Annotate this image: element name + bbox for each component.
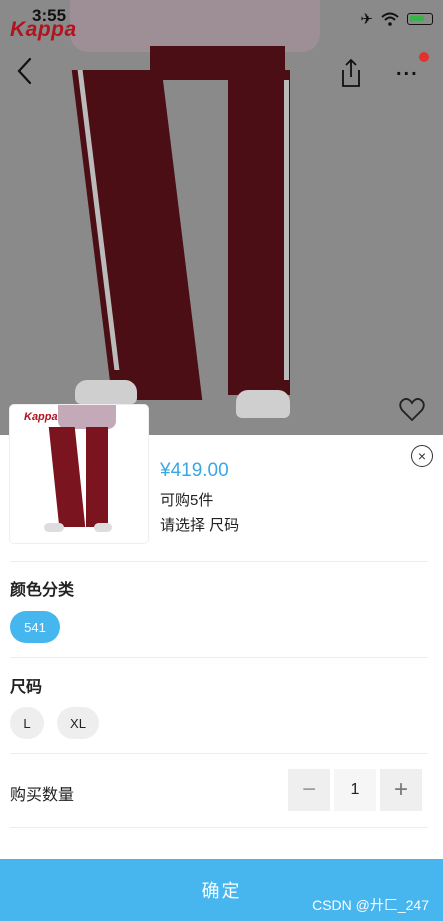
thumb-shirt [58, 405, 116, 429]
thumb-brand-logo: Kappa [24, 411, 58, 423]
photo-leg-left [71, 70, 203, 400]
thumb-shoe-right [94, 523, 112, 532]
more-button[interactable]: ... [396, 52, 432, 88]
photo-stripe-right [284, 80, 289, 380]
divider [10, 657, 428, 658]
thumb-leg-left [48, 427, 86, 527]
plus-icon: + [393, 776, 408, 803]
product-photo: Kappa 3:55 ✈ ... [0, 0, 443, 435]
back-button[interactable] [10, 54, 40, 88]
status-icons: ✈ [360, 10, 433, 28]
minus-icon: − [301, 776, 316, 803]
photo-leg-right [228, 70, 290, 395]
watermark: CSDN @廾匚_247 [312, 897, 429, 913]
selection-prompt: 请选择 尺码 [160, 517, 240, 534]
favorite-button[interactable] [398, 396, 426, 424]
size-section-title: 尺码 [10, 679, 43, 696]
color-option-541[interactable]: 541 [10, 611, 60, 643]
stock-count: 可购5件 [160, 492, 214, 509]
chevron-left-icon [17, 57, 32, 85]
thumb-leg-right [86, 427, 108, 527]
notification-dot [419, 52, 429, 62]
quantity-increase-button[interactable]: + [380, 769, 422, 811]
photo-shoe-right [236, 390, 290, 418]
thumb-shoe-left [44, 523, 64, 532]
sku-sheet: Kappa × ¥419.00 可购5件 请选择 尺码 颜色分类 541 尺码 … [0, 405, 443, 921]
quantity-value[interactable]: 1 [334, 769, 376, 811]
size-option-l[interactable]: L [10, 707, 44, 739]
divider [10, 753, 428, 754]
photo-shoe-left [75, 380, 137, 404]
product-thumbnail: Kappa [10, 405, 148, 543]
more-icon: ... [396, 58, 419, 80]
battery-icon [407, 13, 433, 25]
status-time: 3:55 [32, 6, 67, 25]
photo-shirt [70, 0, 320, 52]
size-option-xl[interactable]: XL [57, 707, 99, 739]
share-button[interactable] [335, 56, 367, 90]
airplane-icon: ✈ [360, 11, 373, 28]
quantity-decrease-button[interactable]: − [288, 769, 330, 811]
heart-icon [399, 398, 425, 422]
wifi-icon [381, 12, 399, 26]
price: ¥419.00 [160, 460, 229, 481]
divider [10, 827, 428, 828]
color-section-title: 颜色分类 [10, 582, 75, 599]
quantity-label: 购买数量 [10, 787, 75, 804]
share-icon [342, 58, 360, 87]
divider [10, 561, 428, 562]
close-icon: × [417, 448, 427, 464]
close-button[interactable]: × [411, 445, 433, 467]
